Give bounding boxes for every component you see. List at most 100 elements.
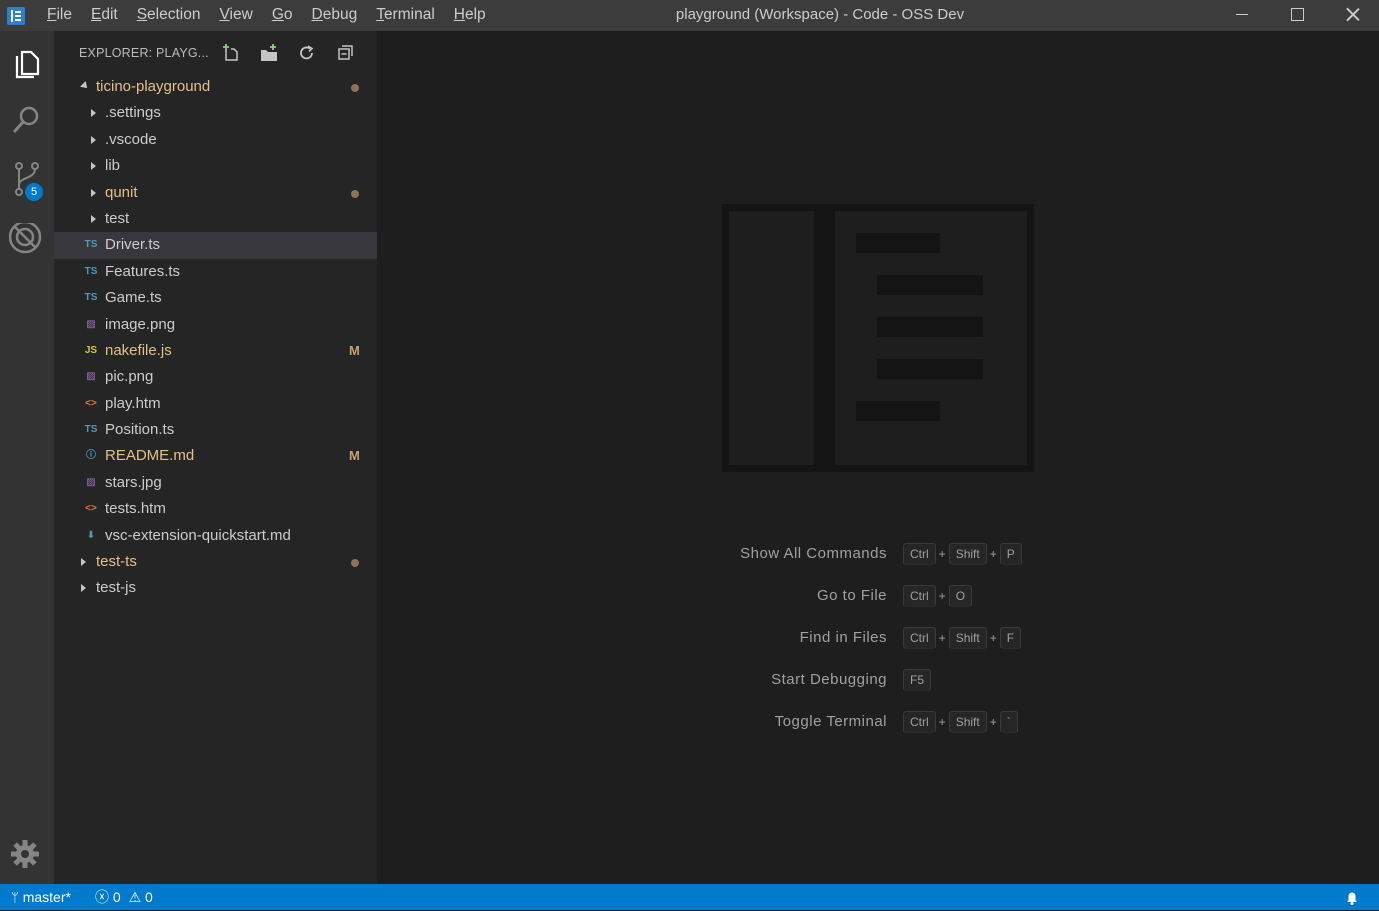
tree-item-label: test-js	[96, 579, 137, 597]
key-separator: +	[938, 715, 946, 729]
menu-bar: File Edit Selection View Go Debug Terminal Help	[38, 0, 486, 31]
key-cap: Shift	[948, 627, 987, 649]
key-separator: +	[989, 547, 997, 561]
chevron-right-icon	[89, 100, 99, 126]
git-branch-icon: ᛘ	[11, 890, 19, 905]
chevron-down-icon	[81, 74, 91, 100]
tree-file[interactable]: <> tests.htm	[54, 496, 377, 522]
tree-item-label: test	[105, 209, 130, 227]
warning-icon: ⚠	[128, 889, 142, 905]
tree-folder[interactable]: .vscode	[54, 127, 377, 153]
key-cap: Ctrl	[903, 543, 936, 565]
menu-item-debug[interactable]: Debug	[303, 0, 358, 31]
chevron-right-icon	[89, 180, 99, 206]
ts-file-icon: TS	[84, 265, 98, 277]
key-separator: +	[938, 631, 946, 645]
app-logo-icon	[7, 7, 25, 25]
tree-file[interactable]: ⬇ vsc-extension-quickstart.md	[54, 523, 377, 549]
tree-file[interactable]: <> play.htm	[54, 391, 377, 417]
shortcut-row: Go to File Ctrl + O	[377, 585, 1379, 609]
scm-badge: 5	[25, 183, 43, 201]
html-file-icon: <>	[85, 397, 97, 409]
search-icon[interactable]	[0, 93, 54, 147]
files-icon[interactable]	[0, 35, 54, 89]
tree-file[interactable]: ▨ image.png	[54, 312, 377, 338]
keybinding: Ctrl + Shift + F	[903, 627, 1022, 649]
new-file-icon[interactable]	[222, 44, 240, 62]
shortcut-label: Start Debugging	[771, 671, 887, 688]
modified-dot	[351, 189, 359, 198]
tree-item-label: Game.ts	[105, 289, 162, 307]
menu-item-edit[interactable]: Edit	[82, 0, 118, 31]
gear-icon[interactable]	[0, 827, 54, 881]
img-file-icon: ▨	[86, 318, 96, 330]
menu-item-go[interactable]: Go	[263, 0, 293, 31]
key-cap: O	[948, 585, 973, 607]
modified-dot	[351, 84, 359, 92]
new-folder-icon[interactable]	[260, 44, 278, 62]
tree-file[interactable]: ⓘ README.md M	[54, 443, 377, 469]
tree-file[interactable]: JS nakefile.js M	[54, 338, 377, 364]
menu-item-terminal[interactable]: Terminal	[367, 0, 435, 31]
key-separator: +	[989, 631, 997, 645]
tree-file[interactable]: TS Features.ts	[54, 259, 377, 285]
tree-folder[interactable]: lib	[54, 153, 377, 179]
tree-root-folder[interactable]: test-js	[54, 575, 377, 601]
shortcut-label: Show All Commands	[740, 545, 887, 562]
ts-file-icon: TS	[84, 239, 98, 251]
key-cap: `	[999, 711, 1018, 733]
git-status-badge: M	[349, 448, 360, 464]
tree-root-folder[interactable]: test-ts	[54, 549, 377, 575]
tree-item-label: .vscode	[105, 130, 157, 148]
key-separator: +	[989, 715, 997, 729]
refresh-icon[interactable]	[298, 44, 316, 62]
tree-item-label: Driver.ts	[105, 236, 161, 254]
tree-item-label: image.png	[105, 315, 176, 333]
tree-file[interactable]: TS Driver.ts	[54, 232, 377, 259]
menu-item-selection[interactable]: Selection	[128, 0, 201, 31]
window-title: playground (Workspace) - Code - OSS Dev	[675, 6, 965, 23]
key-cap: Shift	[948, 711, 987, 733]
ts-file-icon: TS	[84, 292, 98, 304]
tree-item-label: Features.ts	[105, 262, 181, 280]
tree-file[interactable]: ▨ stars.jpg	[54, 470, 377, 496]
branch-status[interactable]: ᛘ master*	[11, 884, 71, 911]
extensions-icon[interactable]	[0, 214, 54, 268]
key-cap: F	[999, 627, 1022, 649]
tree-item-label: .settings	[105, 104, 161, 122]
key-cap: Ctrl	[903, 585, 936, 607]
explorer-header: EXPLORER: PLAYG...	[79, 46, 209, 60]
tree-file[interactable]: TS Position.ts	[54, 417, 377, 443]
key-cap: F5	[903, 669, 932, 691]
close-window-button[interactable]	[1330, 0, 1376, 31]
chevron-right-icon	[79, 575, 89, 601]
shortcut-row: Toggle Terminal Ctrl + Shift + `	[377, 711, 1379, 735]
tree-item-label: test-ts	[96, 553, 137, 571]
collapse-all-icon[interactable]	[337, 44, 355, 62]
tree-item-label: pic.png	[105, 368, 154, 386]
tree-file[interactable]: TS Game.ts	[54, 285, 377, 311]
tree-item-label: README.md	[105, 447, 195, 465]
modified-dot	[351, 559, 359, 568]
key-separator: +	[938, 547, 946, 561]
tree-file[interactable]: ▨ pic.png	[54, 364, 377, 390]
title-bar: File Edit Selection View Go Debug Terminal Help…	[0, 0, 1379, 31]
minimize-button[interactable]	[1219, 0, 1265, 31]
shortcut-label: Toggle Terminal	[774, 713, 887, 730]
tree-root-folder[interactable]: ticino-playground	[54, 74, 377, 100]
chevron-right-icon	[89, 153, 99, 179]
menu-item-view[interactable]: View	[210, 0, 252, 31]
md-file-icon: ⬇	[86, 529, 96, 541]
menu-item-file[interactable]: File	[38, 0, 72, 31]
keybinding: Ctrl + Shift + P	[903, 543, 1022, 565]
tree-folder[interactable]: .settings	[54, 100, 377, 126]
tree-folder[interactable]: test	[54, 206, 377, 232]
problems-status[interactable]: ⓧ 0 ⚠ 0	[95, 884, 153, 910]
maximize-button[interactable]	[1274, 0, 1320, 31]
tree-folder[interactable]: qunit	[54, 180, 377, 206]
notifications-bell-icon[interactable]	[1344, 884, 1360, 910]
shortcut-row: Find in Files Ctrl + Shift + F	[377, 627, 1379, 651]
git-status-badge: M	[349, 342, 360, 358]
tree-item-label: qunit	[105, 183, 138, 201]
menu-item-help[interactable]: Help	[445, 0, 486, 31]
